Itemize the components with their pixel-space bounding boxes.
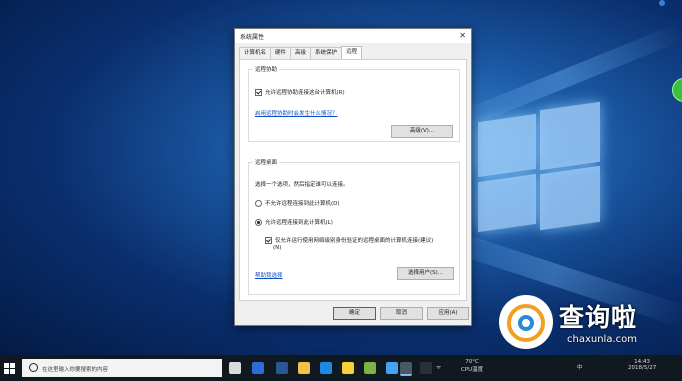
checkbox-checked-icon [265, 236, 272, 244]
blue-app-icon[interactable] [386, 362, 398, 374]
edge-browser-icon[interactable] [252, 362, 264, 374]
sticky-app-icon[interactable] [342, 362, 354, 374]
nla-checkbox[interactable]: 仅允许运行使用网络级别身份验证的远程桌面的计算机连接(建议) [265, 236, 433, 244]
cancel-button[interactable]: 取消 [380, 307, 423, 320]
clock[interactable]: 14:43 2018/5/27 [628, 359, 656, 371]
advanced-button[interactable]: 高级(V)... [391, 125, 453, 138]
cpu-temperature-widget[interactable]: 70°C CPU温度 [461, 359, 483, 373]
cortana-icon [29, 363, 38, 372]
help-me-choose-link[interactable]: 帮助我选择 [255, 271, 283, 279]
apply-button[interactable]: 应用(A) [427, 307, 469, 320]
radio-unselected-icon [255, 199, 262, 207]
tab-advanced[interactable]: 高级 [290, 47, 312, 59]
word-app-icon[interactable] [276, 362, 288, 374]
watermark-subtitle: chaxunla.com [567, 334, 637, 345]
tray-dot-icon [659, 0, 665, 6]
ime-indicator[interactable]: 中 [577, 363, 583, 371]
tab-computer-name[interactable]: 计算机名 [239, 47, 272, 59]
nla-checkbox-suffix: (N) [273, 245, 282, 251]
radio-selected-icon [255, 218, 262, 226]
disallow-remote-label: 不允许远程连接到此计算机(D) [265, 201, 340, 207]
windows-logo-wallpaper [478, 100, 608, 240]
cpu-temperature-label: CPU温度 [461, 367, 484, 373]
floating-assistant-icon[interactable] [672, 78, 682, 102]
tab-remote[interactable]: 远程 [341, 46, 363, 59]
tab-system-protection[interactable]: 系统保护 [310, 47, 343, 59]
nla-checkbox-label: 仅允许运行使用网络级别身份验证的远程桌面的计算机连接(建议) [275, 238, 434, 244]
system-properties-dialog: 系统属性 ✕ 计算机名 硬件 高级 系统保护 远程 远程协助 允许远程协助连接这… [234, 28, 472, 326]
remote-tab-panel: 远程协助 允许远程协助连接这台计算机(R) 启用远程协助时会发生什么情况？ 高级… [239, 59, 467, 301]
watermark-logo-icon [499, 295, 553, 349]
start-button-icon[interactable] [4, 363, 16, 375]
remote-desktop-group: 远程桌面 选择一个选项，然后指定谁可以连接。 不允许远程连接到此计算机(D) 允… [248, 158, 460, 295]
dialog-titlebar[interactable]: 系统属性 ✕ [235, 29, 471, 43]
watermark-title: 查询啦 [559, 303, 638, 332]
system-properties-task-icon[interactable] [400, 362, 412, 376]
site-watermark: 查询啦 chaxunla.com [497, 292, 682, 357]
select-users-button[interactable]: 选择用户(S)... [397, 267, 454, 280]
disallow-remote-radio[interactable]: 不允许远程连接到此计算机(D) [255, 199, 340, 207]
settings-app-icon[interactable] [420, 362, 432, 374]
store-app-icon[interactable] [320, 362, 332, 374]
network-icon[interactable]: ᯤ [436, 363, 441, 371]
dialog-title: 系统属性 [240, 34, 265, 41]
taskbar: 在这里输入你要搜索的内容 ᯤ 70°C CPU温度 中 14:43 2018/5… [0, 355, 682, 381]
checkbox-checked-icon [255, 88, 262, 96]
green-app-icon[interactable] [364, 362, 376, 374]
search-placeholder: 在这里输入你要搜索的内容 [42, 367, 109, 373]
fan-app-icon[interactable] [229, 362, 241, 374]
file-explorer-icon[interactable] [298, 362, 310, 374]
remote-assistance-group: 远程协助 允许远程协助连接这台计算机(R) 启用远程协助时会发生什么情况？ 高级… [248, 65, 460, 142]
remote-desktop-instruction: 选择一个选项，然后指定谁可以连接。 [255, 182, 349, 188]
remote-assistance-group-label: 远程协助 [253, 65, 280, 73]
remote-desktop-group-label: 远程桌面 [253, 158, 280, 166]
allow-remote-assistance-label: 允许远程协助连接这台计算机(R) [265, 90, 345, 96]
close-icon[interactable]: ✕ [459, 31, 466, 40]
allow-remote-label: 允许远程连接到此计算机(L) [265, 220, 333, 226]
ok-button[interactable]: 确定 [333, 307, 376, 320]
allow-remote-radio[interactable]: 允许远程连接到此计算机(L) [255, 218, 333, 226]
allow-remote-assistance-checkbox[interactable]: 允许远程协助连接这台计算机(R) [255, 88, 345, 96]
clock-date: 2018/5/27 [628, 365, 657, 371]
taskbar-search-box[interactable]: 在这里输入你要搜索的内容 [22, 359, 222, 377]
tab-hardware[interactable]: 硬件 [270, 47, 292, 59]
remote-assistance-help-link[interactable]: 启用远程协助时会发生什么情况？ [255, 109, 338, 117]
tab-strip: 计算机名 硬件 高级 系统保护 远程 [239, 46, 363, 59]
